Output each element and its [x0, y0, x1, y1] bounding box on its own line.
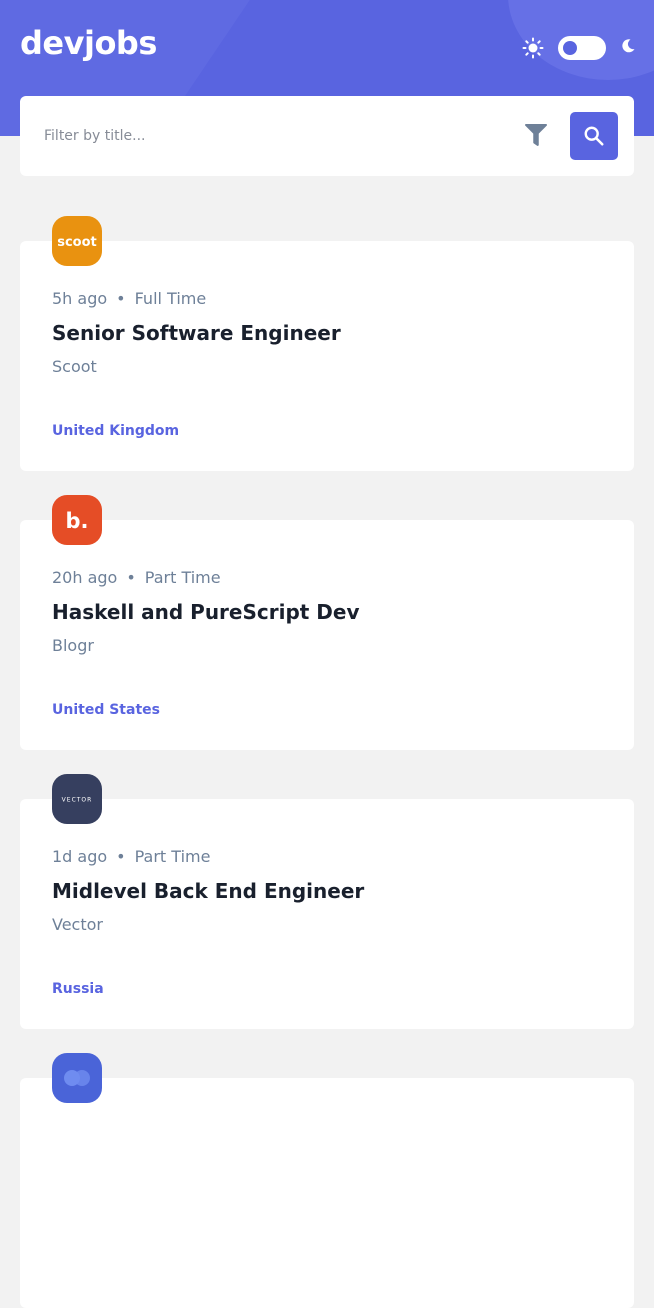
- separator-dot: •: [116, 847, 126, 866]
- job-title[interactable]: Haskell and PureScript Dev: [52, 600, 360, 624]
- svg-text:b.: b.: [65, 509, 88, 533]
- job-title[interactable]: Midlevel Back End Engineer: [52, 879, 364, 903]
- job-card[interactable]: b. 20h ago • Part Time Haskell and PureScr…: [20, 495, 634, 750]
- job-contract: Part Time: [144, 568, 221, 587]
- job-company: Blogr: [52, 636, 94, 655]
- job-location: United States: [52, 702, 160, 718]
- job-card[interactable]: scoot 5h ago • Full Time Senior Software E…: [20, 216, 634, 471]
- job-card[interactable]: [20, 1053, 634, 1308]
- job-company: Scoot: [52, 357, 97, 376]
- job-posted-at: 1d ago: [52, 847, 108, 866]
- job-location: Russia: [52, 981, 104, 997]
- separator-dot: •: [116, 289, 126, 308]
- search-button[interactable]: [570, 112, 618, 160]
- company-logo: b.: [52, 495, 102, 545]
- job-posted-at: 20h ago: [52, 568, 118, 587]
- theme-toggle-knob: [563, 41, 577, 55]
- svg-text:VECTOR: VECTOR: [62, 797, 93, 804]
- sun-icon: [522, 37, 544, 59]
- job-contract: Full Time: [134, 289, 207, 308]
- moon-icon: [622, 39, 635, 53]
- job-card[interactable]: VECTOR 1d ago • Part Time Midlevel Back En…: [20, 774, 634, 1029]
- job-location: United Kingdom: [52, 423, 180, 439]
- job-meta: 20h ago • Part Time: [52, 568, 221, 587]
- separator-dot: •: [126, 568, 136, 587]
- company-logo: scoot: [52, 216, 102, 266]
- search-icon: [584, 126, 604, 146]
- job-meta: 5h ago • Full Time: [52, 289, 206, 308]
- job-posted-at: 5h ago: [52, 289, 108, 308]
- job-company: Vector: [52, 915, 103, 934]
- search-bar: [20, 96, 634, 176]
- svg-text:scoot: scoot: [57, 235, 97, 250]
- job-title[interactable]: Senior Software Engineer: [52, 321, 341, 345]
- company-logo: VECTOR: [52, 774, 102, 824]
- filter-icon[interactable]: [525, 124, 547, 146]
- company-logo: [52, 1053, 102, 1103]
- theme-toggle[interactable]: [558, 36, 606, 60]
- logo[interactable]: devjobs: [20, 24, 157, 62]
- search-input[interactable]: [44, 120, 514, 152]
- job-meta: 1d ago • Part Time: [52, 847, 210, 866]
- job-contract: Part Time: [134, 847, 211, 866]
